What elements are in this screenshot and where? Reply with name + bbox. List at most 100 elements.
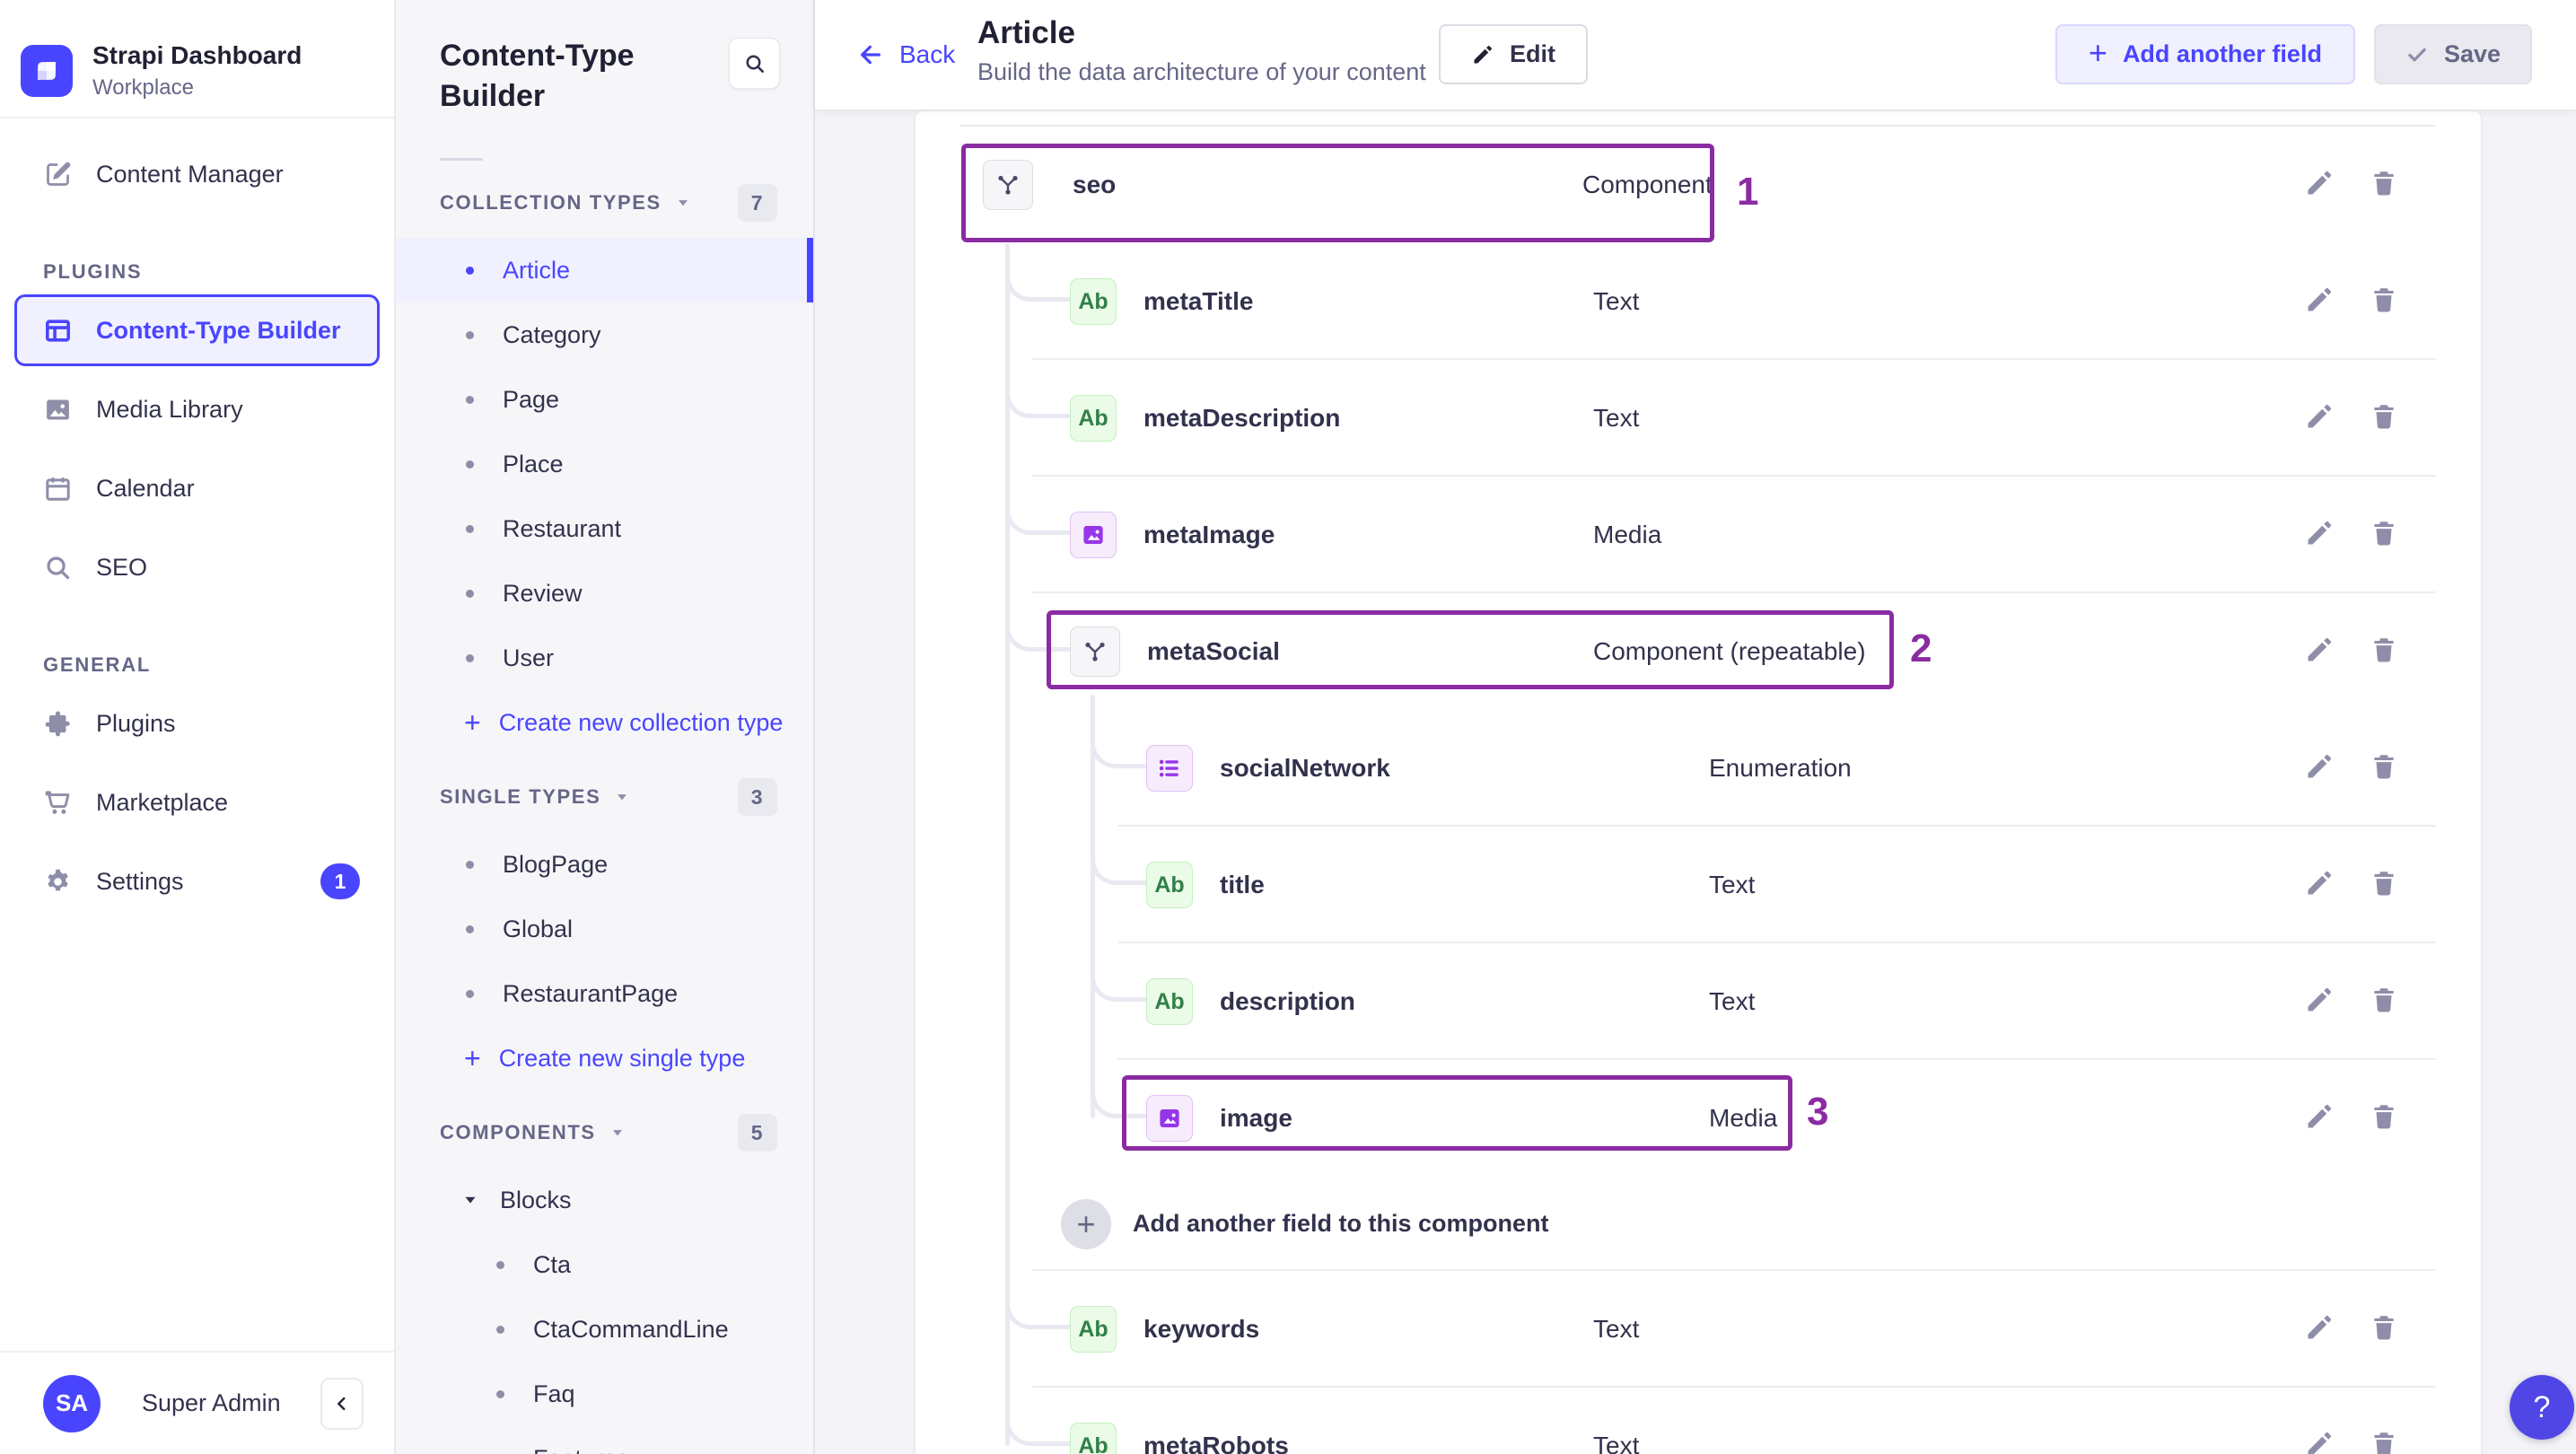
sidebar-item-content-manager[interactable]: Content Manager: [0, 135, 394, 214]
edit-field-button[interactable]: [2304, 635, 2338, 669]
pencil-icon: [2304, 985, 2335, 1019]
sidebar-item-calendar[interactable]: Calendar: [0, 449, 394, 528]
tree-connector-elbow: [1005, 377, 1070, 418]
delete-field-button[interactable]: [2369, 635, 2403, 669]
trash-icon: [2369, 635, 2399, 669]
delete-field-button[interactable]: [2369, 1101, 2403, 1135]
single-type-blogpage[interactable]: BlogPage: [396, 832, 813, 897]
subnav-item-label: BlogPage: [503, 850, 609, 878]
help-button[interactable]: ?: [2510, 1375, 2574, 1440]
edit-field-button[interactable]: [2304, 1101, 2338, 1135]
content-body: seo Component 1 Ab metaTitle Text Ab metaDescri…: [815, 109, 2576, 1454]
component-item-faq[interactable]: Faq: [396, 1362, 813, 1426]
component-item-ctacommandline[interactable]: CtaCommandLine: [396, 1297, 813, 1362]
edit-field-button[interactable]: [2304, 401, 2338, 435]
delete-field-button[interactable]: [2369, 868, 2403, 902]
delete-field-button[interactable]: [2369, 401, 2403, 435]
single-type-global[interactable]: Global: [396, 897, 813, 961]
tree-connector-elbow: [1005, 1405, 1070, 1446]
text-field-icon: Ab: [1146, 978, 1193, 1025]
search-icon: [43, 553, 73, 582]
subnav-section-count: 5: [738, 1114, 777, 1152]
avatar: SA: [43, 1374, 101, 1432]
notification-badge: 1: [320, 863, 360, 899]
edit-field-button[interactable]: [2304, 1429, 2338, 1454]
create-create-new-single-type-link[interactable]: + Create new single type: [396, 1026, 813, 1090]
field-type: Text: [1593, 1315, 1640, 1343]
trash-icon: [2369, 1101, 2399, 1135]
pencil-icon: [1471, 43, 1494, 66]
field-actions: [2304, 518, 2403, 552]
edit-field-button[interactable]: [2304, 868, 2338, 902]
back-link[interactable]: Back: [856, 0, 955, 109]
add-field-label: Add another field: [2122, 40, 2322, 67]
sidebar-item-plugins[interactable]: Plugins: [0, 684, 394, 763]
pencil-icon: [2304, 751, 2335, 785]
create-create-new-collection-type-link[interactable]: + Create new collection type: [396, 690, 813, 755]
text-field-icon: Ab: [1070, 278, 1117, 325]
collapse-sidebar-button[interactable]: [320, 1377, 364, 1430]
tree-connector-elbow: [1091, 1077, 1146, 1118]
sidebar-item-label: Content Manager: [96, 160, 284, 188]
edit-button[interactable]: Edit: [1439, 24, 1588, 84]
image-icon: [43, 395, 73, 425]
collection-type-article[interactable]: Article: [396, 238, 813, 302]
delete-field-button[interactable]: [2369, 751, 2403, 785]
component-item-cta[interactable]: Cta: [396, 1232, 813, 1297]
add-another-field-button[interactable]: + Add another field: [2055, 24, 2355, 84]
subnav-section-title: SINGLE TYPES: [440, 785, 601, 808]
subnav-item-label: User: [503, 644, 555, 671]
add-field-to-component-row[interactable]: + Add another field to this component: [916, 1177, 2481, 1271]
gear-icon: [43, 867, 73, 897]
main-area: Back Article Build the data architecture…: [815, 0, 2576, 1454]
collection-type-user[interactable]: User: [396, 626, 813, 690]
cart-icon: [43, 788, 73, 818]
edit-field-button[interactable]: [2304, 1312, 2338, 1346]
edit-field-button[interactable]: [2304, 285, 2338, 319]
subnav-title: Content-Type Builder: [440, 39, 635, 113]
pencil-icon: [2304, 1312, 2335, 1346]
delete-field-button[interactable]: [2369, 1312, 2403, 1346]
sidebar-item-media-library[interactable]: Media Library: [0, 370, 394, 449]
delete-field-button[interactable]: [2369, 168, 2403, 202]
sidebar-item-settings[interactable]: Settings 1: [0, 842, 394, 921]
edit-field-button[interactable]: [2304, 168, 2338, 202]
sidebar-item-label: Media Library: [96, 395, 243, 423]
collection-type-page[interactable]: Page: [396, 367, 813, 432]
component-category-label: Blocks: [500, 1186, 572, 1213]
delete-field-button[interactable]: [2369, 285, 2403, 319]
sidebar-item-seo[interactable]: SEO: [0, 528, 394, 607]
delete-field-button[interactable]: [2369, 518, 2403, 552]
sidebar-item-marketplace[interactable]: Marketplace: [0, 763, 394, 842]
component-item-features[interactable]: Features: [396, 1426, 813, 1454]
field-actions: [2304, 635, 2403, 669]
subnav-item-label: RestaurantPage: [503, 979, 679, 1007]
search-button[interactable]: [729, 38, 780, 89]
puzzle-icon: [43, 709, 73, 739]
collection-type-restaurant[interactable]: Restaurant: [396, 496, 813, 561]
delete-field-button[interactable]: [2369, 1429, 2403, 1454]
field-name: image: [1220, 1104, 1292, 1132]
field-name: seo: [1073, 171, 1117, 198]
collection-type-category[interactable]: Category: [396, 302, 813, 367]
user-name: Super Admin: [142, 1389, 281, 1416]
component-category-blocks[interactable]: Blocks: [396, 1168, 813, 1232]
search-icon: [743, 52, 767, 75]
bullet-icon: [496, 1325, 504, 1334]
field-row-metarobots: Ab metaRobots Text: [916, 1388, 2481, 1454]
collection-type-place[interactable]: Place: [396, 432, 813, 496]
field-type: Text: [1593, 1432, 1640, 1454]
single-type-restaurantpage[interactable]: RestaurantPage: [396, 961, 813, 1026]
edit-field-button[interactable]: [2304, 518, 2338, 552]
edit-field-button[interactable]: [2304, 751, 2338, 785]
field-name: title: [1220, 871, 1265, 898]
tree-connector-elbow: [1005, 494, 1070, 535]
bullet-icon: [496, 1260, 504, 1269]
sidebar-item-content-type-builder[interactable]: Content-Type Builder: [14, 294, 380, 366]
annotation-number-3: 3: [1807, 1090, 1829, 1134]
subnav-item-label: Category: [503, 320, 601, 348]
save-button[interactable]: Save: [2373, 24, 2532, 84]
edit-field-button[interactable]: [2304, 985, 2338, 1019]
collection-type-review[interactable]: Review: [396, 561, 813, 626]
delete-field-button[interactable]: [2369, 985, 2403, 1019]
